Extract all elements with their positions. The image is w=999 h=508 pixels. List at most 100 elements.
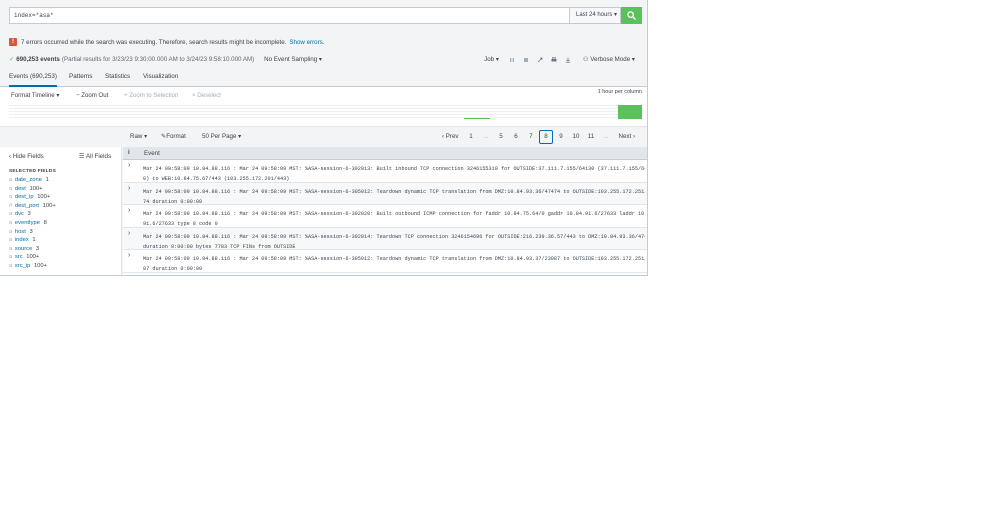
pagination: ‹ Prev 1 ... 5 6 7 8 9 10 11 ... Next › [437, 130, 640, 144]
tab-statistics[interactable]: Statistics [105, 73, 130, 80]
search-input[interactable]: index=*asa* [9, 7, 569, 24]
event-text[interactable]: Mar 24 09:58:09 10.84.88.116 : Mar 24 09… [143, 164, 645, 184]
event-text[interactable]: Mar 24 09:58:09 10.84.88.116 : Mar 24 09… [143, 187, 645, 207]
table-row: › Mar 24 09:58:09 10.84.88.116 : Mar 24 … [123, 227, 647, 252]
hide-fields-button[interactable]: ‹ Hide Fields [9, 153, 44, 160]
magnifier-icon [627, 11, 636, 20]
chevron-right-icon: › [631, 133, 635, 140]
field-item[interactable]: a index 1 [9, 236, 119, 245]
event-line: Mar 24 09:58:09 10.84.88.116 : Mar 24 09… [143, 166, 645, 172]
field-item[interactable]: # dest_port 100+ [9, 202, 119, 211]
page-10[interactable]: 10 [569, 130, 583, 144]
print-icon[interactable] [551, 56, 557, 63]
share-icon[interactable] [537, 57, 543, 63]
field-count: 100+ [29, 185, 43, 192]
chevron-right-icon[interactable]: › [128, 230, 130, 237]
tab-events[interactable]: Events (690,253) [9, 73, 57, 87]
timeline: Format Timeline ▾ − Zoom Out + Zoom to S… [0, 87, 647, 127]
field-name: src [14, 254, 23, 261]
error-banner: ! 7 errors occurred while the search was… [9, 38, 324, 46]
field-name: host [14, 228, 26, 235]
event-text[interactable]: Mar 24 09:58:09 10.84.88.116 : Mar 24 09… [143, 209, 645, 229]
field-name: source [14, 245, 33, 252]
events-table: i Event › Mar 24 09:58:09 10.84.88.116 :… [123, 147, 647, 275]
page-8-current[interactable]: 8 [538, 130, 553, 144]
prev-page-button[interactable]: ‹ Prev [437, 130, 464, 144]
field-count: 100+ [37, 194, 51, 201]
field-item[interactable]: a host 3 [9, 228, 119, 237]
field-item[interactable]: a dvc 3 [9, 210, 119, 219]
chevron-right-icon[interactable]: › [128, 252, 130, 259]
format-button[interactable]: ✎Format [161, 133, 186, 140]
per-page-label: 50 Per Page [202, 133, 237, 140]
event-sampling-dropdown[interactable]: No Event Sampling ▾ [264, 56, 322, 63]
field-item[interactable]: a eventtype 8 [9, 219, 119, 228]
all-fields-button[interactable]: ☰ All Fields [79, 153, 111, 160]
field-item[interactable]: a src_ip 100+ [9, 262, 119, 271]
chevron-right-icon[interactable]: › [128, 207, 130, 214]
view-type-label: Raw [130, 133, 143, 140]
field-type: a [9, 228, 13, 235]
page-7[interactable]: 7 [524, 130, 538, 144]
results-controls: Raw ▾ ✎Format 50 Per Page ▾ ‹ Prev 1 ...… [0, 128, 647, 147]
page-5[interactable]: 5 [494, 130, 508, 144]
chevron-right-icon[interactable]: › [128, 185, 130, 192]
event-column-header: Event [144, 150, 160, 157]
event-text[interactable]: Mar 24 09:58:09 10.84.88.116 : Mar 24 09… [143, 254, 645, 274]
caret-down-icon: ▾ [495, 56, 499, 63]
zoom-out-button[interactable]: − Zoom Out [76, 92, 108, 99]
field-item[interactable]: a dest_ip 100+ [9, 193, 119, 202]
events-count: 690,253 events [16, 56, 60, 63]
per-page-dropdown[interactable]: 50 Per Page ▾ [202, 133, 241, 140]
selected-fields-list: a date_zone 1 a dest 100+ a dest_ip 100+… [9, 176, 119, 271]
field-count: 3 [35, 245, 40, 252]
page-9[interactable]: 9 [554, 130, 568, 144]
info-icon[interactable]: i [128, 150, 130, 156]
view-type-dropdown[interactable]: Raw ▾ [130, 133, 147, 140]
field-type: a [9, 254, 13, 261]
field-name: dest [14, 185, 26, 192]
field-type: a [9, 185, 13, 192]
deselect-button[interactable]: × Deselect [192, 92, 221, 99]
event-line: Mar 24 09:58:09 10.84.88.116 : Mar 24 09… [143, 256, 645, 262]
event-sampling-label: No Event Sampling [264, 56, 318, 63]
zoom-out-label: Zoom Out [81, 92, 109, 99]
page-1[interactable]: 1 [464, 130, 478, 144]
tab-patterns[interactable]: Patterns [69, 73, 92, 80]
page-11[interactable]: 11 [584, 130, 598, 144]
field-item[interactable]: a date_zone 1 [9, 176, 119, 185]
job-label: Job [484, 56, 495, 63]
field-type: a [9, 262, 13, 269]
timeline-marker [464, 118, 490, 119]
search-mode-dropdown[interactable]: ⚇ Verbose Mode ▾ [583, 56, 635, 63]
search-bar: index=*asa* Last 24 hours ▾ [9, 7, 642, 24]
show-errors-link[interactable]: Show errors. [289, 39, 324, 46]
field-count: 100+ [26, 254, 40, 261]
tab-visualization[interactable]: Visualization [143, 73, 178, 80]
field-item[interactable]: a dest 100+ [9, 185, 119, 194]
search-button[interactable] [621, 7, 642, 24]
job-menu[interactable]: Job ▾ [484, 56, 499, 63]
page-6[interactable]: 6 [509, 130, 523, 144]
caret-down-icon: ▾ [142, 133, 148, 140]
field-item[interactable]: a source 3 [9, 245, 119, 254]
caret-down-icon: ▾ [236, 133, 242, 140]
format-timeline-dropdown[interactable]: Format Timeline ▾ [11, 92, 59, 99]
fields-sidebar: ‹ Hide Fields ☰ All Fields SELECTED FIEL… [0, 147, 122, 275]
timeline-chart[interactable] [9, 105, 642, 119]
event-text[interactable]: Mar 24 09:58:09 10.84.88.116 : Mar 24 09… [143, 232, 645, 252]
next-page-button[interactable]: Next › [613, 130, 640, 144]
pause-icon[interactable] [509, 57, 515, 63]
stop-icon[interactable] [523, 57, 529, 63]
timeline-bar-column[interactable] [618, 105, 642, 119]
hide-fields-label: Hide Fields [12, 153, 44, 160]
export-icon[interactable] [565, 57, 571, 63]
field-count: 1 [45, 177, 49, 183]
chevron-right-icon[interactable]: › [128, 162, 130, 169]
zoom-to-selection-button[interactable]: + Zoom to Selection [124, 92, 178, 99]
table-row: › Mar 24 09:58:09 10.84.88.116 : Mar 24 … [123, 250, 647, 274]
time-range-picker[interactable]: Last 24 hours ▾ [569, 7, 621, 24]
field-type: a [9, 219, 13, 226]
field-item[interactable]: a src 100+ [9, 253, 119, 262]
results-tabs: Events (690,253) Patterns Statistics Vis… [0, 70, 647, 87]
